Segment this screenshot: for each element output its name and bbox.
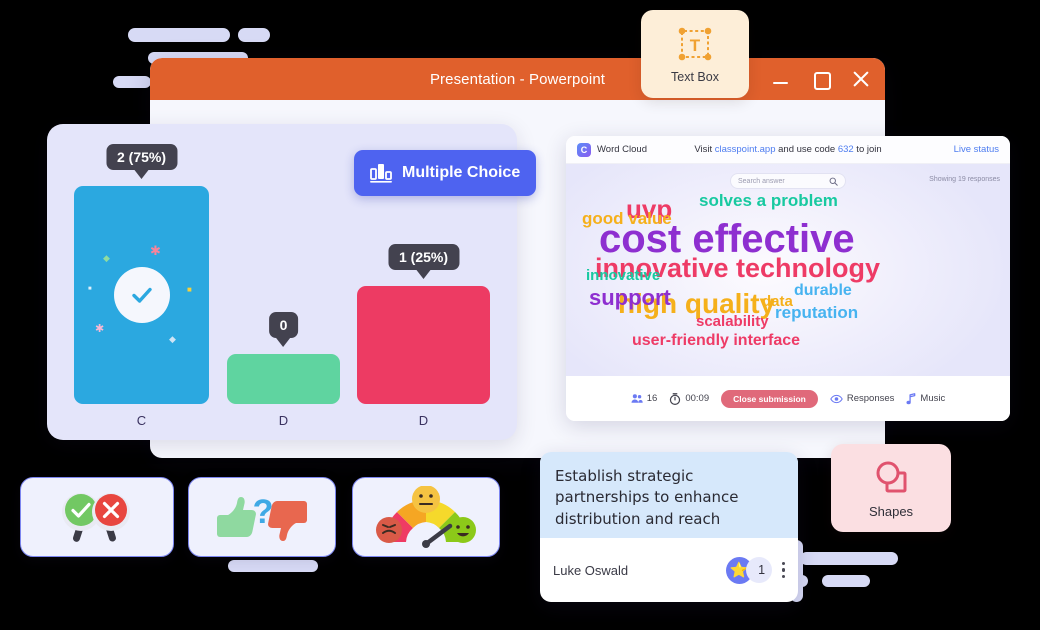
bar-chart-icon — [370, 164, 392, 183]
eye-icon — [830, 394, 843, 403]
correct-incorrect-paddles-icon — [62, 493, 130, 542]
word-cloud-word: reputation — [775, 303, 859, 322]
shapes-icon — [876, 461, 907, 492]
bar-2[interactable]: 1 (25%) — [357, 244, 490, 404]
word-cloud-word: solves a problem — [699, 191, 838, 210]
window-title: Presentation - Powerpoint — [429, 70, 606, 88]
live-status-link[interactable]: Live status — [954, 144, 999, 155]
svg-text:T: T — [690, 36, 701, 55]
bar-column-0: 2 (75%) ✱ ◆ ■ ■ ✱ ◆ C — [74, 144, 209, 428]
participants-indicator: 16 — [631, 393, 658, 404]
word-cloud-words: cost effective innovative technology high … — [572, 186, 1004, 372]
word-cloud-app-name: Word Cloud — [597, 144, 647, 155]
music-button[interactable]: Music — [906, 392, 946, 405]
bar-value-label-0: 2 (75%) — [105, 144, 178, 170]
word-cloud-word: support — [589, 285, 671, 310]
responses-label: Responses — [846, 393, 895, 404]
decorative-pill — [113, 76, 151, 88]
decorative-pill — [800, 552, 898, 565]
confetti: ■ — [187, 285, 192, 294]
star-count: 1 — [745, 557, 772, 583]
showing-responses-count: Showing 19 responses — [929, 176, 1000, 183]
word-cloud-body: Search answer Showing 19 responses cost … — [566, 164, 1010, 376]
close-submission-button[interactable]: Close submission — [721, 389, 818, 408]
decorative-pill — [228, 560, 318, 572]
shapes-label: Shapes — [868, 503, 914, 519]
search-icon — [829, 177, 838, 186]
bar-value-label-2: 1 (25%) — [387, 244, 460, 270]
kebab-menu-icon[interactable] — [781, 561, 785, 579]
screenshot-stage: Presentation - Powerpoint T Text Box Mul… — [0, 0, 1040, 630]
confetti: ✱ — [150, 243, 161, 258]
window-titlebar: Presentation - Powerpoint — [150, 58, 885, 100]
bar-column-1: 0 D — [227, 312, 340, 428]
confetti: ✱ — [95, 323, 105, 335]
timer-indicator: 00:09 — [669, 392, 710, 405]
bar-column-2: 1 (25%) D — [357, 244, 490, 428]
word-cloud-header: C Word Cloud Visit classpoint.app and us… — [566, 136, 1010, 164]
text-box-label: Text Box — [671, 69, 719, 84]
visit-mid: and use code — [775, 144, 838, 155]
word-cloud-footer: 16 00:09 Close submission Responses Musi… — [566, 376, 1010, 421]
confetti: ◆ — [103, 253, 110, 263]
word-cloud-word: scalability — [696, 313, 769, 330]
decorative-pill — [822, 575, 870, 587]
rating-card[interactable] — [352, 477, 500, 557]
visit-prefix: Visit — [694, 144, 715, 155]
response-body: Establish strategic partnerships to enha… — [540, 452, 798, 538]
response-footer: Luke Oswald ⭐ 1 — [540, 538, 798, 602]
join-code: 632 — [837, 144, 854, 155]
decorative-pill — [128, 28, 230, 42]
confetti: ■ — [88, 286, 92, 292]
classpoint-logo-icon: C — [577, 142, 591, 157]
maximize-button[interactable] — [811, 69, 831, 90]
minimize-button[interactable] — [771, 69, 791, 89]
multiple-choice-chart-panel: Multiple Choice 2 (75%) ✱ ◆ ■ ■ ✱ ◆ C 0 … — [47, 124, 536, 440]
thumbs-up-down-icon: ? — [217, 493, 307, 541]
bar-category-0: C — [136, 413, 147, 428]
word-cloud-word: user-friendly interface — [632, 332, 801, 349]
shapes-card[interactable]: Shapes — [831, 444, 951, 532]
timer-value: 00:09 — [685, 393, 710, 404]
check-icon — [131, 287, 152, 303]
correct-answer-badge — [113, 267, 170, 323]
participants-count: 16 — [646, 393, 658, 404]
bar-value-label-1: 0 — [268, 312, 299, 338]
word-cloud-word: innovative — [586, 267, 661, 284]
close-button[interactable] — [851, 69, 871, 89]
response-card[interactable]: Establish strategic partnerships to enha… — [540, 452, 798, 602]
word-cloud-word: durable — [794, 282, 852, 299]
visit-suffix: to join — [853, 144, 882, 155]
response-author: Luke Oswald — [553, 562, 629, 578]
window-controls — [771, 58, 871, 100]
decorative-pill — [238, 28, 270, 42]
bar-category-2: D — [418, 413, 429, 428]
confetti: ◆ — [169, 334, 176, 344]
multiple-choice-badge[interactable]: Multiple Choice — [354, 150, 536, 196]
bar-category-1: D — [278, 413, 289, 428]
text-box-icon: T — [678, 27, 712, 60]
bar-1[interactable]: 0 — [227, 312, 340, 404]
word-cloud-word: good value — [582, 209, 672, 228]
music-label: Music — [920, 393, 946, 404]
bar-0[interactable]: 2 (75%) ✱ ◆ ■ ■ ✱ ◆ — [74, 144, 209, 404]
emoji-gauge-icon — [376, 486, 476, 548]
responses-button[interactable]: Responses — [830, 393, 895, 404]
quiz-card[interactable] — [20, 477, 174, 557]
music-note-icon — [906, 392, 916, 404]
text-box-card[interactable]: T Text Box — [641, 10, 749, 98]
svg-text:?: ? — [253, 493, 274, 531]
search-placeholder: Search answer — [738, 177, 785, 185]
opinion-card[interactable]: ? — [188, 477, 336, 557]
people-icon — [631, 394, 643, 403]
multiple-choice-badge-label: Multiple Choice — [402, 164, 521, 181]
classpoint-link[interactable]: classpoint.app — [715, 144, 776, 155]
timer-icon — [670, 392, 681, 405]
response-text: Establish strategic partnerships to enha… — [555, 467, 739, 528]
word-cloud-panel: C Word Cloud Visit classpoint.app and us… — [566, 136, 1010, 421]
